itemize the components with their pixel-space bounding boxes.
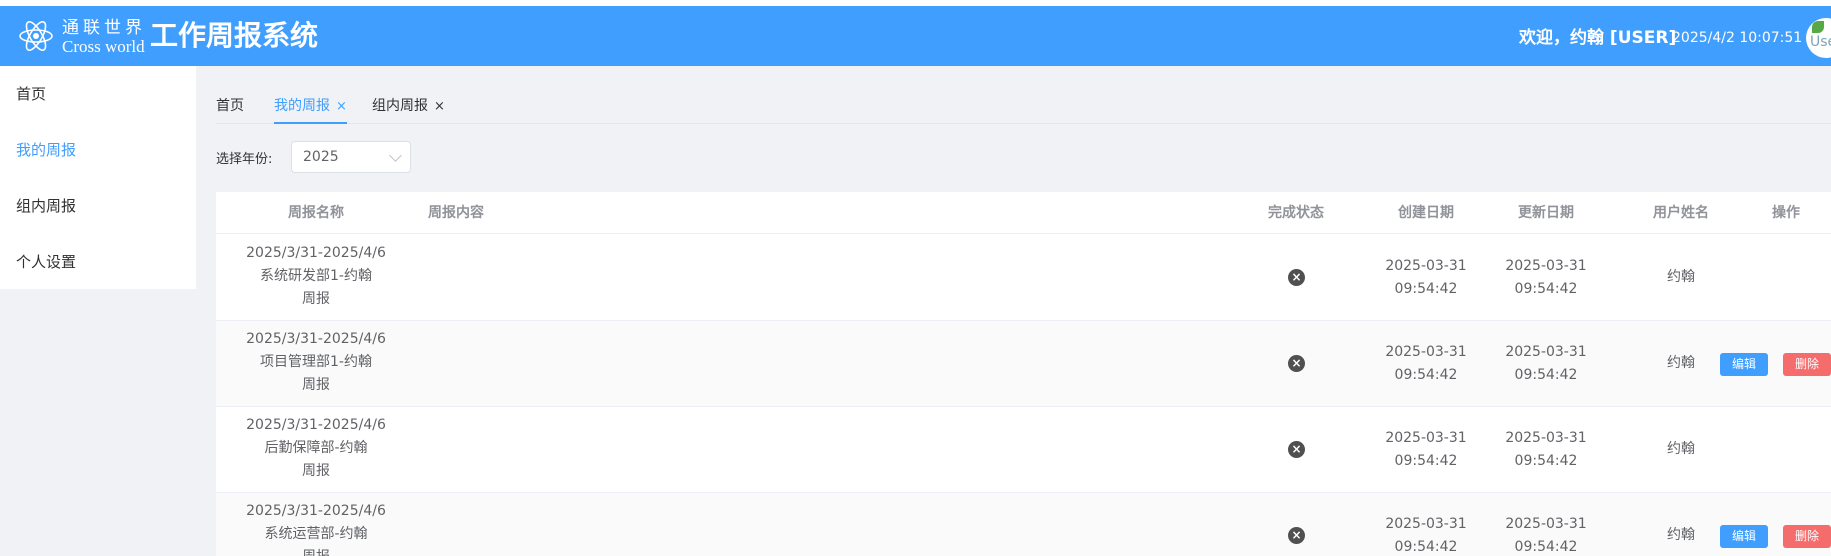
report-name-line: 2025/3/31-2025/4/6	[246, 417, 386, 433]
created-date-cell: 2025-03-31 09:54:42	[1366, 341, 1486, 387]
column-header-content[interactable]: 周报内容	[428, 192, 484, 234]
delete-button[interactable]: 删除	[1783, 353, 1831, 376]
top-header: 通联世界 Cross world 工作周报系统 欢迎，约翰 [USER] 202…	[0, 6, 1831, 66]
close-icon[interactable]: ×	[434, 99, 445, 114]
user-name-cell: 约翰	[1667, 355, 1695, 371]
column-header-status[interactable]: 完成状态	[1256, 192, 1336, 234]
report-name-line: 周报	[302, 463, 330, 479]
delete-button[interactable]: 删除	[1783, 525, 1831, 548]
tab-label: 首页	[216, 98, 244, 114]
year-select-value: 2025	[303, 149, 339, 165]
table-row[interactable]: 2025/3/31-2025/4/6 项目管理部1-约翰 周报 × 2025-0…	[216, 321, 1831, 407]
welcome-user-text[interactable]: 欢迎，约翰 [USER]	[1519, 27, 1676, 49]
sidebar-item-personal-settings[interactable]: 个人设置	[0, 234, 196, 290]
brand-name-en: Cross world	[62, 37, 145, 56]
sidebar-menu: 首页 我的周报 组内周报 个人设置	[0, 66, 196, 289]
column-header-actions: 操作	[1772, 205, 1800, 221]
updated-date: 2025-03-31	[1505, 516, 1587, 532]
tab-label: 我的周报	[274, 98, 330, 114]
report-name-cell: 2025/3/31-2025/4/6 系统研发部1-约翰 周报	[216, 242, 416, 311]
created-date: 2025-03-31	[1385, 516, 1467, 532]
user-avatar[interactable]: Use	[1806, 18, 1831, 58]
created-date: 2025-03-31	[1385, 430, 1467, 446]
column-header-user[interactable]: 用户姓名	[1631, 192, 1731, 234]
report-name-line: 项目管理部1-约翰	[260, 354, 372, 370]
created-date: 2025-03-31	[1385, 258, 1467, 274]
reports-table: 周报名称 周报内容 完成状态 创建日期 更新日期 用户姓名 操作 2025/3/…	[216, 192, 1831, 556]
current-datetime: 2025/4/2 10:07:51	[1672, 30, 1803, 46]
table-header: 周报名称 周报内容 完成状态 创建日期 更新日期 用户姓名 操作	[216, 192, 1831, 234]
tab-home[interactable]: 首页	[216, 88, 244, 124]
updated-date-cell: 2025-03-31 09:54:42	[1486, 513, 1606, 556]
table-row[interactable]: 2025/3/31-2025/4/6 系统研发部1-约翰 周报 × 2025-0…	[216, 235, 1831, 321]
report-name-line: 2025/3/31-2025/4/6	[246, 331, 386, 347]
column-header-updated[interactable]: 更新日期	[1486, 192, 1606, 234]
user-name-cell: 约翰	[1667, 269, 1695, 285]
tab-bar: 首页 我的周报 × 组内周报 ×	[216, 88, 1831, 124]
updated-time: 09:54:42	[1514, 453, 1578, 469]
report-name-line: 周报	[302, 377, 330, 393]
incomplete-status-icon: ×	[1288, 527, 1305, 544]
report-name-cell: 2025/3/31-2025/4/6 系统运营部-约翰 周报	[216, 500, 416, 556]
updated-time: 09:54:42	[1514, 367, 1578, 383]
report-name-line: 周报	[216, 546, 416, 556]
created-date-cell: 2025-03-31 09:54:42	[1366, 427, 1486, 473]
year-select[interactable]: 2025	[291, 141, 411, 173]
report-name-cell: 2025/3/31-2025/4/6 项目管理部1-约翰 周报	[216, 328, 416, 397]
tab-my-reports[interactable]: 我的周报 ×	[274, 88, 347, 124]
created-date-cell: 2025-03-31 09:54:42	[1366, 513, 1486, 556]
report-name-line: 后勤保障部-约翰	[264, 440, 368, 456]
tab-label: 组内周报	[372, 98, 428, 114]
brand-name-cn: 通联世界	[62, 18, 146, 38]
incomplete-status-icon: ×	[1288, 355, 1305, 372]
column-header-name[interactable]: 周报名称	[216, 192, 416, 234]
table-row[interactable]: 2025/3/31-2025/4/6 后勤保障部-约翰 周报 × 2025-03…	[216, 407, 1831, 493]
updated-date-cell: 2025-03-31 09:54:42	[1486, 341, 1606, 387]
user-name-cell: 约翰	[1667, 527, 1695, 543]
sidebar-item-group-reports[interactable]: 组内周报	[0, 178, 196, 234]
app-root: 通联世界 Cross world 工作周报系统 欢迎，约翰 [USER] 202…	[0, 0, 1831, 556]
created-time: 09:54:42	[1394, 539, 1458, 555]
avatar-label: Use	[1810, 34, 1831, 50]
sidebar-empty-area	[0, 289, 196, 556]
table-row[interactable]: 2025/3/31-2025/4/6 系统运营部-约翰 周报 × 2025-03…	[216, 493, 1831, 556]
sidebar-item-home[interactable]: 首页	[0, 66, 196, 122]
report-name-cell: 2025/3/31-2025/4/6 后勤保障部-约翰 周报	[216, 414, 416, 483]
created-time: 09:54:42	[1394, 367, 1458, 383]
close-icon[interactable]: ×	[336, 99, 347, 114]
updated-date: 2025-03-31	[1505, 430, 1587, 446]
created-time: 09:54:42	[1394, 281, 1458, 297]
created-date: 2025-03-31	[1385, 344, 1467, 360]
main-content: 首页 我的周报 × 组内周报 × 选择年份: 2025 周报名称 周报内容 完成状态…	[196, 66, 1831, 556]
created-time: 09:54:42	[1394, 453, 1458, 469]
updated-date-cell: 2025-03-31 09:54:42	[1486, 255, 1606, 301]
user-name-cell: 约翰	[1667, 441, 1695, 457]
tab-group-reports[interactable]: 组内周报 ×	[372, 88, 445, 124]
updated-date-cell: 2025-03-31 09:54:42	[1486, 427, 1606, 473]
report-name-line: 2025/3/31-2025/4/6	[246, 245, 386, 261]
report-name-line: 周报	[302, 291, 330, 307]
report-name-line: 系统运营部-约翰	[264, 526, 368, 542]
sidebar-item-my-reports[interactable]: 我的周报	[0, 122, 196, 178]
chevron-down-icon	[389, 149, 402, 162]
incomplete-status-icon: ×	[1288, 441, 1305, 458]
updated-time: 09:54:42	[1514, 281, 1578, 297]
updated-date: 2025-03-31	[1505, 258, 1587, 274]
edit-button[interactable]: 编辑	[1720, 525, 1768, 548]
atom-logo-icon	[19, 21, 53, 51]
app-title: 工作周报系统	[150, 19, 319, 52]
updated-date: 2025-03-31	[1505, 344, 1587, 360]
incomplete-status-icon: ×	[1288, 269, 1305, 286]
updated-time: 09:54:42	[1514, 539, 1578, 555]
report-name-line: 系统研发部1-约翰	[260, 268, 372, 284]
year-filter-label: 选择年份:	[216, 152, 273, 167]
report-name-line: 2025/3/31-2025/4/6	[246, 503, 386, 519]
edit-button[interactable]: 编辑	[1720, 353, 1768, 376]
created-date-cell: 2025-03-31 09:54:42	[1366, 255, 1486, 301]
leaf-icon	[1812, 21, 1824, 33]
column-header-created[interactable]: 创建日期	[1366, 192, 1486, 234]
